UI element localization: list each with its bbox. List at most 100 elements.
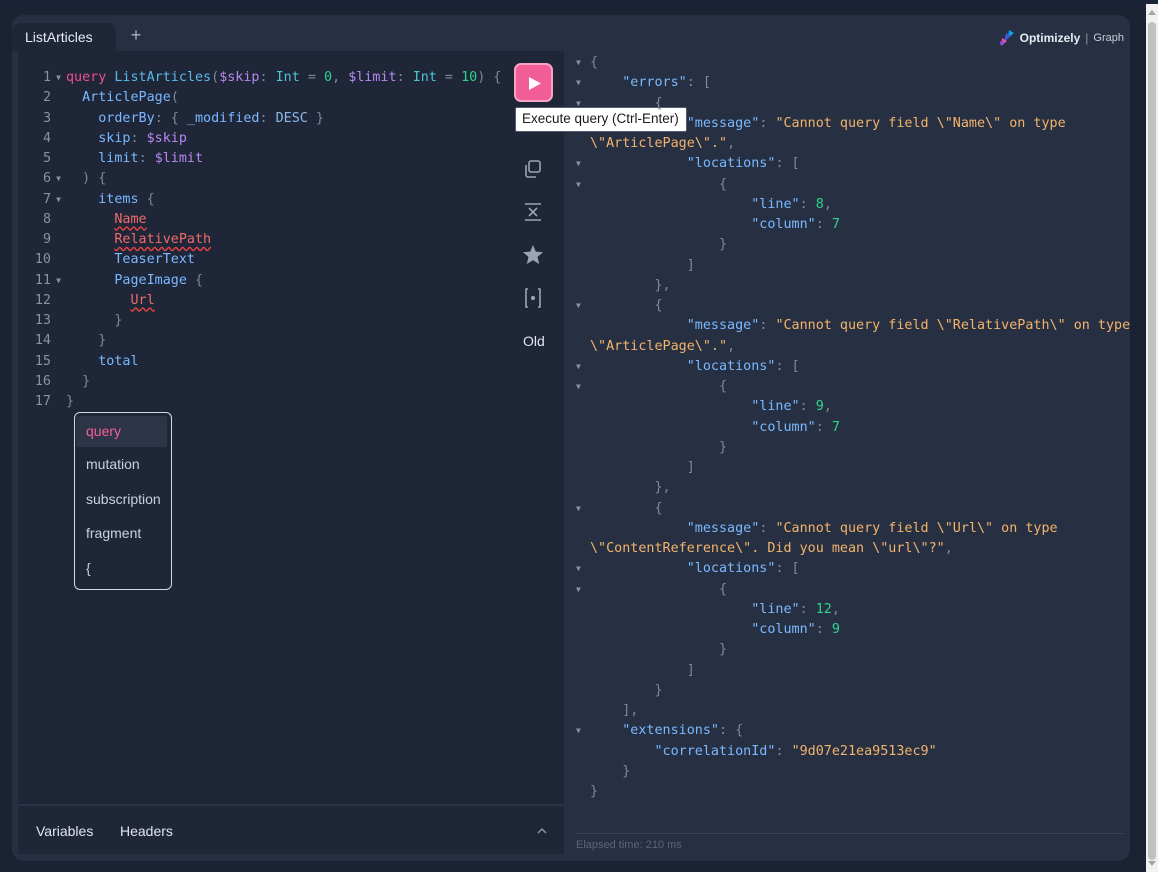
copy-icon[interactable] — [521, 157, 545, 181]
autocomplete-dropdown[interactable]: query mutation subscription fragment{ — [74, 412, 172, 590]
fold-arrow-icon[interactable]: ▼ — [576, 580, 581, 600]
scroll-thumb[interactable] — [1148, 22, 1156, 860]
code-line[interactable]: 4 skip: $skip — [18, 129, 501, 149]
fold-arrow-icon[interactable]: ▼ — [576, 721, 581, 741]
result-line: "column": 9 — [576, 620, 1124, 640]
code-line[interactable]: 13 } — [18, 311, 501, 331]
result-token: "correlationId" — [654, 743, 776, 759]
result-token: "column" — [751, 419, 816, 435]
execute-query-button[interactable] — [514, 63, 553, 102]
variables-braces-icon[interactable] — [521, 286, 545, 310]
code-line[interactable]: 8 Name — [18, 210, 501, 230]
fold-arrow-icon[interactable]: ▼ — [576, 154, 581, 174]
fold-arrow-icon[interactable]: ▼ — [576, 377, 581, 397]
result-line: ] — [576, 661, 1124, 681]
fold-arrow-icon[interactable]: ▼ — [51, 169, 66, 189]
code-line[interactable]: 15 total — [18, 352, 501, 372]
result-text: "message": "Cannot query field \"Url\" o… — [590, 519, 1058, 539]
old-version-link[interactable]: Old — [523, 333, 545, 349]
result-token: : — [815, 217, 832, 232]
fold-arrow-icon[interactable]: ▼ — [576, 175, 581, 195]
result-text: }, — [590, 276, 671, 296]
result-text: "column": 7 — [590, 215, 840, 235]
result-token: { — [719, 581, 728, 597]
fold-arrow-icon[interactable]: ▼ — [576, 499, 581, 519]
fold-arrow-icon[interactable]: ▼ — [576, 296, 581, 316]
autocomplete-item[interactable]: subscription — [75, 482, 171, 517]
line-number: 13 — [34, 313, 51, 328]
code-token: $skip — [146, 130, 187, 146]
code-line[interactable]: 14 } — [18, 331, 501, 351]
fold-arrow-icon[interactable]: ▼ — [51, 190, 66, 210]
result-token: "extensions" — [622, 723, 719, 739]
star-icon[interactable] — [521, 243, 545, 267]
page-scrollbar[interactable] — [1146, 4, 1158, 872]
fold-arrow-icon[interactable]: ▼ — [576, 357, 581, 377]
merge-fragments-icon[interactable] — [521, 200, 545, 224]
result-token: : — [799, 601, 816, 617]
scroll-up-arrow-icon[interactable] — [1148, 10, 1156, 15]
code-line[interactable]: 11 ▼ PageImage { — [18, 271, 501, 291]
result-line: "message": "Cannot query field \"Name\" … — [576, 114, 1124, 134]
code-line[interactable]: 10 TeaserText — [18, 250, 501, 270]
code-line[interactable]: 12 Url — [18, 291, 501, 311]
line-number: 5 — [42, 151, 51, 166]
result-line: ] — [576, 458, 1124, 478]
tab-headers[interactable]: Headers — [120, 823, 173, 839]
code-line[interactable]: 7 ▼ items { — [18, 190, 501, 210]
autocomplete-item[interactable]: fragment — [75, 516, 171, 551]
result-text: ], — [590, 701, 638, 721]
fold-arrow-icon[interactable]: ▼ — [51, 271, 66, 291]
code-line[interactable]: 1 ▼ query ListArticles($skip: Int = 0, $li… — [18, 68, 501, 88]
code-line[interactable]: 16 } — [18, 372, 501, 392]
tab-listarticles[interactable]: ListArticles — [12, 23, 116, 51]
fold-arrow-icon[interactable]: ▼ — [576, 53, 581, 73]
code-token: 10 — [461, 70, 478, 85]
tab-variables[interactable]: Variables — [36, 823, 93, 839]
code-line[interactable]: 5 limit: $limit — [18, 149, 501, 169]
code-line[interactable]: 9 RelativePath — [18, 230, 501, 250]
result-line: ▼ "extensions": { — [576, 721, 1124, 741]
code-line[interactable]: 2 ArticlePage( — [18, 88, 501, 108]
code-line[interactable]: 17} — [18, 392, 501, 412]
result-text: }, — [590, 478, 671, 498]
autocomplete-item[interactable]: query — [76, 416, 167, 447]
result-token: : — [759, 318, 776, 334]
result-line: ▼ { — [576, 499, 1124, 519]
add-tab-button[interactable]: + — [126, 25, 146, 49]
scroll-down-arrow-icon[interactable] — [1148, 861, 1156, 866]
chevron-up-icon[interactable] — [537, 826, 547, 836]
result-token: , — [823, 399, 832, 415]
result-line: \"ContentReference\". Did you mean \"url… — [576, 539, 1124, 559]
code-token: ) { — [82, 171, 107, 187]
result-line: } — [576, 681, 1124, 701]
result-token: }, — [654, 480, 671, 496]
code-token: = — [299, 70, 324, 85]
result-token: 12 — [815, 601, 832, 617]
result-text: ] — [590, 661, 695, 681]
result-viewer[interactable]: ▼{▼ "errors": [▼ { "message": "Cannot qu… — [576, 51, 1130, 834]
code-token: _modified — [186, 110, 260, 126]
result-token: } — [719, 439, 728, 455]
result-token: } — [719, 237, 728, 253]
code-line[interactable]: 6 ▼ ) { — [18, 169, 501, 189]
code-token: } — [82, 373, 91, 389]
fold-arrow-icon[interactable]: ▼ — [576, 73, 581, 93]
result-token: , — [727, 136, 736, 151]
fold-arrow-icon[interactable]: ▼ — [51, 68, 66, 88]
code-token: } — [98, 333, 107, 349]
result-line: "message": "Cannot query field \"Relativ… — [576, 316, 1130, 336]
fold-arrow-icon[interactable]: ▼ — [576, 559, 581, 579]
query-code[interactable]: 1 ▼ query ListArticles($skip: Int = 0, $li… — [18, 68, 502, 412]
autocomplete-item[interactable]: mutation — [75, 447, 171, 482]
code-token: ( — [211, 70, 220, 85]
fold-arrow-icon[interactable]: ▼ — [576, 94, 581, 114]
line-number: 14 — [34, 333, 51, 349]
autocomplete-item[interactable]: { — [75, 551, 171, 586]
result-text: } — [590, 235, 727, 255]
code-line[interactable]: 3 orderBy: { _modified: DESC } — [18, 109, 501, 129]
result-token: { — [719, 379, 728, 394]
